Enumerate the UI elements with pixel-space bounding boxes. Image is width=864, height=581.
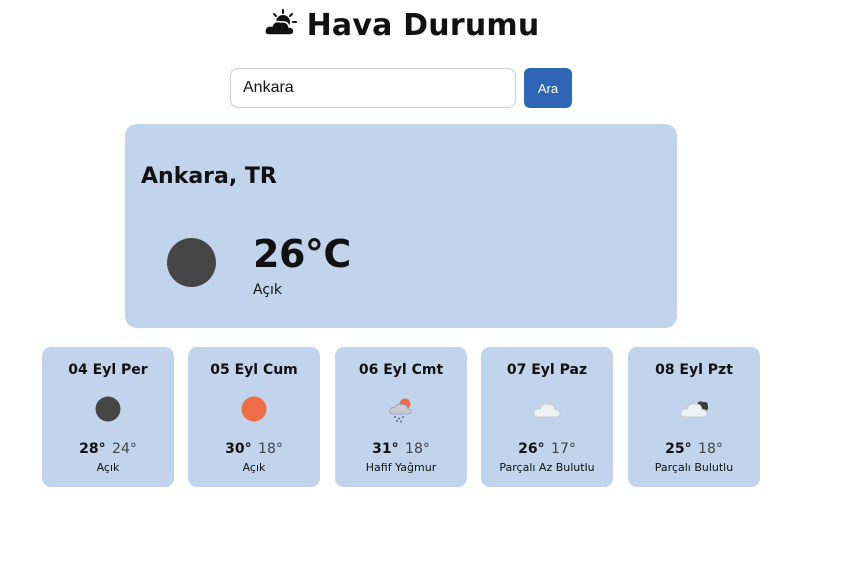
current-description: Açık: [253, 282, 283, 298]
forecast-day: 06 Eyl Cmt: [358, 362, 444, 378]
forecast-max: 30°: [225, 441, 252, 457]
forecast-day: 08 Eyl Pzt: [655, 362, 733, 378]
forecast-description: Açık: [242, 461, 266, 474]
clear-sun-icon: [241, 396, 267, 422]
forecast-min: 18°: [698, 441, 723, 457]
forecast-max: 31°: [372, 441, 399, 457]
cloud-icon: [533, 403, 561, 418]
current-temperature: 26°C: [253, 232, 351, 276]
forecast-day: 04 Eyl Per: [68, 362, 148, 378]
city-search-input[interactable]: [230, 68, 516, 108]
cloud-night-icon: [680, 401, 708, 418]
forecast-min: 18°: [258, 441, 283, 457]
forecast-max: 28°: [79, 441, 106, 457]
forecast-description: Parçalı Bulutlu: [654, 461, 734, 474]
forecast-card: 07 Eyl Paz 26° 17° Parçalı Az Bulutlu: [481, 347, 613, 487]
current-weather-card: Ankara, TR 26°C Açık: [125, 124, 677, 328]
forecast-day: 07 Eyl Paz: [506, 362, 588, 378]
forecast-max: 25°: [665, 441, 692, 457]
clear-moon-icon: [95, 396, 121, 422]
city-name: Ankara, TR: [141, 164, 277, 189]
search-button[interactable]: Ara: [524, 68, 572, 108]
forecast-card: 06 Eyl Cmt 31° 18° Hafif Yağmur: [335, 347, 467, 487]
forecast-description: Hafif Yağmur: [365, 461, 437, 474]
forecast-temps: 28° 24°: [42, 441, 174, 457]
light-rain-icon: [389, 398, 412, 423]
forecast-description: Parçalı Az Bulutlu: [499, 461, 595, 474]
forecast-card: 05 Eyl Cum 30° 18° Açık: [188, 347, 320, 487]
forecast-temps: 31° 18°: [335, 441, 467, 457]
page-title: Hava Durumu: [0, 8, 802, 43]
forecast-min: 24°: [112, 441, 137, 457]
forecast-temps: 30° 18°: [188, 441, 320, 457]
forecast-description: Açık: [96, 461, 120, 474]
forecast-card: 08 Eyl Pzt 25° 18° Parçalı Bulutlu: [628, 347, 760, 487]
forecast-day: 05 Eyl Cum: [210, 362, 298, 378]
forecast-card: 04 Eyl Per 28° 24° Açık: [42, 347, 174, 487]
clear-moon-icon: [167, 238, 216, 287]
forecast-max: 26°: [518, 441, 545, 457]
page-title-text: Hava Durumu: [306, 8, 540, 43]
forecast-min: 17°: [551, 441, 576, 457]
forecast-min: 18°: [405, 441, 430, 457]
forecast-temps: 25° 18°: [628, 441, 760, 457]
sun-behind-cloud-icon: [263, 9, 297, 36]
forecast-temps: 26° 17°: [481, 441, 613, 457]
